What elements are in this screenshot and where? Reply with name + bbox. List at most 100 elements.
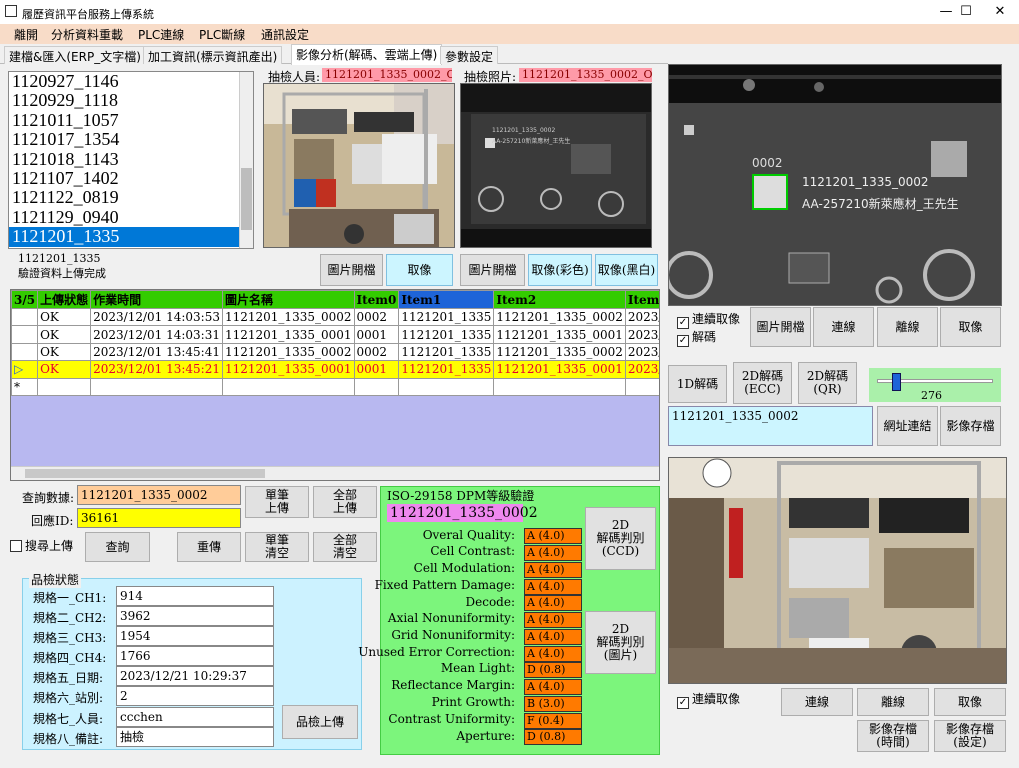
cell-item0[interactable]: 0002 [353,342,400,362]
checkbox-checked[interactable]: ✓ [677,697,689,709]
capture-bw-button[interactable]: 取像(黑白) [595,254,658,286]
list-item[interactable]: 1121107_1402 [9,168,253,188]
url-link-button[interactable]: 網址連結 [877,406,938,446]
scrollbar-thumb[interactable] [241,168,252,230]
spec-field[interactable]: 2023/12/21 10:29:37 [116,666,274,686]
table-row-new[interactable]: * [11,377,659,396]
cell-status[interactable]: OK [37,325,92,344]
spec-field[interactable]: 1954 [116,626,274,646]
data-grid[interactable]: 3/5 上傳狀態 作業時間 圖片名稱 Item0 Item1 Item2 Ite… [10,289,660,481]
spec-field[interactable]: ccchen [116,707,274,727]
single-upload-button[interactable]: 單筆 上傳 [245,486,309,518]
list-item[interactable]: 1121122_0819 [9,187,253,207]
menu-plc-disconnect[interactable]: PLC斷線 [199,26,245,43]
decoded-text-box[interactable]: 1121201_1335_0002 [668,406,873,446]
close-button[interactable]: ✕ [980,0,1019,24]
tab-parameters[interactable]: 參數設定 [440,46,499,64]
all-clear-button[interactable]: 全部 清空 [313,532,377,562]
decode-checkbox[interactable]: ✓ 解碼 [677,328,716,347]
capture-button-3[interactable]: 取像 [934,688,1006,716]
open-image-button[interactable]: 圖片開檔 [320,254,383,286]
save-image-time-button[interactable]: 影像存檔 (時間) [857,720,929,752]
spec-field[interactable]: 1766 [116,646,274,666]
cell-item2[interactable]: 1121201_1335_0002 [493,307,626,327]
list-item[interactable]: 1121017_1354 [9,129,253,149]
table-row[interactable]: OK 2023/12/01 14:03:53 1121201_1335_0002… [11,307,659,327]
list-item-selected[interactable]: 1121201_1335 [9,226,253,247]
spec-field[interactable]: 抽檢 [116,727,274,747]
quality-upload-button[interactable]: 品檢上傳 [282,705,358,739]
list-item[interactable]: 1121011_1057 [9,110,253,130]
tab-processing[interactable]: 加工資訊(標示資訊產出) [143,46,283,64]
disconnect-button[interactable]: 離線 [877,307,938,347]
list-item[interactable]: 1120929_1118 [9,90,253,110]
row-header[interactable] [11,307,39,327]
disconnect-button-2[interactable]: 離線 [857,688,929,716]
slider-thumb[interactable] [892,373,901,391]
cell-item1[interactable]: 1121201_1335 [398,325,495,344]
save-image-settings-button[interactable]: 影像存檔 (設定) [934,720,1006,752]
search-upload-checkbox[interactable]: 搜尋上傳 [10,537,73,554]
menu-plc-connect[interactable]: PLC連線 [138,26,184,43]
spec-field[interactable]: 2 [116,686,274,706]
cell-status[interactable]: OK [37,360,92,379]
cell-time[interactable]: 2023/12/01 13:45:21 [90,360,223,379]
cell-item3[interactable]: 2023/12/ [624,360,659,379]
list-item[interactable]: 1121018_1143 [9,149,253,169]
decode-ccd-button[interactable]: 2D 解碼判別 (CCD) [585,507,656,570]
checkbox-checked[interactable]: ✓ [677,335,689,347]
threshold-slider[interactable]: 276 [869,368,1001,402]
cell-time[interactable]: 2023/12/01 13:45:41 [90,342,223,362]
cell-image[interactable]: 1121201_1335_0002 [221,307,355,327]
all-upload-button[interactable]: 全部 上傳 [313,486,377,518]
column-header[interactable]: Item1 [398,290,495,309]
tab-import[interactable]: 建檔&匯入(ERP_文字檔) [4,46,146,64]
cell-item1[interactable]: 1121201_1335 [398,342,495,362]
column-header[interactable]: Item0 [353,290,400,309]
row-header[interactable]: ▷ [11,360,39,379]
cell-status[interactable]: OK [37,342,92,362]
column-header[interactable]: 圖片名稱 [221,290,355,309]
hscroll-thumb[interactable] [25,469,265,478]
cell-item2[interactable]: 1121201_1335_0001 [493,360,626,379]
single-clear-button[interactable]: 單筆 清空 [245,532,309,562]
list-item[interactable]: 1120927_1146 [9,72,253,91]
cell-image[interactable]: 1121201_1335_0002 [221,342,355,362]
cell-time[interactable]: 2023/12/01 14:03:31 [90,325,223,344]
checkbox-box[interactable] [10,540,22,552]
cell-item3[interactable]: 2023/12/ [624,342,659,362]
connect-button-2[interactable]: 連線 [781,688,853,716]
open-image-button-2[interactable]: 圖片開檔 [460,254,525,286]
decode-image-button[interactable]: 2D 解碼判別 (圖片) [585,611,656,674]
cell-item1[interactable]: 1121201_1335 [398,360,495,379]
cell-item0[interactable]: 0002 [353,307,400,327]
cell-item2[interactable]: 1121201_1335_0001 [493,325,626,344]
cell-status[interactable]: OK [37,307,92,327]
capture-button[interactable]: 取像 [386,254,453,286]
save-image-button[interactable]: 影像存檔 [940,406,1001,446]
cell-item3[interactable]: 2023/12/ [624,325,659,344]
table-row-selected[interactable]: ▷ OK 2023/12/01 13:45:21 1121201_1335_00… [11,360,659,379]
capture-button-2[interactable]: 取像 [940,307,1001,347]
cell-image[interactable] [221,377,355,396]
row-header[interactable]: * [11,377,39,396]
listbox-scrollbar[interactable] [239,72,253,248]
cell-item1[interactable]: 1121201_1335 [398,307,495,327]
row-header[interactable] [11,325,39,344]
decode-2d-qr-button[interactable]: 2D解碼 (QR) [798,362,857,404]
cell-item3[interactable] [624,377,659,396]
open-image-button-3[interactable]: 圖片開檔 [750,307,811,347]
cell-image[interactable]: 1121201_1335_0001 [221,325,355,344]
cell-time[interactable] [90,377,223,396]
column-header[interactable]: Item2 [493,290,626,309]
cell-status[interactable] [37,377,92,396]
cell-item0[interactable] [353,377,400,396]
table-row[interactable]: OK 2023/12/01 13:45:41 1121201_1335_0002… [11,342,659,362]
menu-exit[interactable]: 離開 [14,26,38,43]
query-input[interactable]: 1121201_1335_0002 [77,485,241,505]
response-id-field[interactable]: 36161 [77,508,241,528]
menu-comm-settings[interactable]: 通訊設定 [261,26,309,43]
cell-time[interactable]: 2023/12/01 14:03:53 [90,307,223,327]
cell-item1[interactable] [398,377,495,396]
row-header[interactable] [11,342,39,362]
